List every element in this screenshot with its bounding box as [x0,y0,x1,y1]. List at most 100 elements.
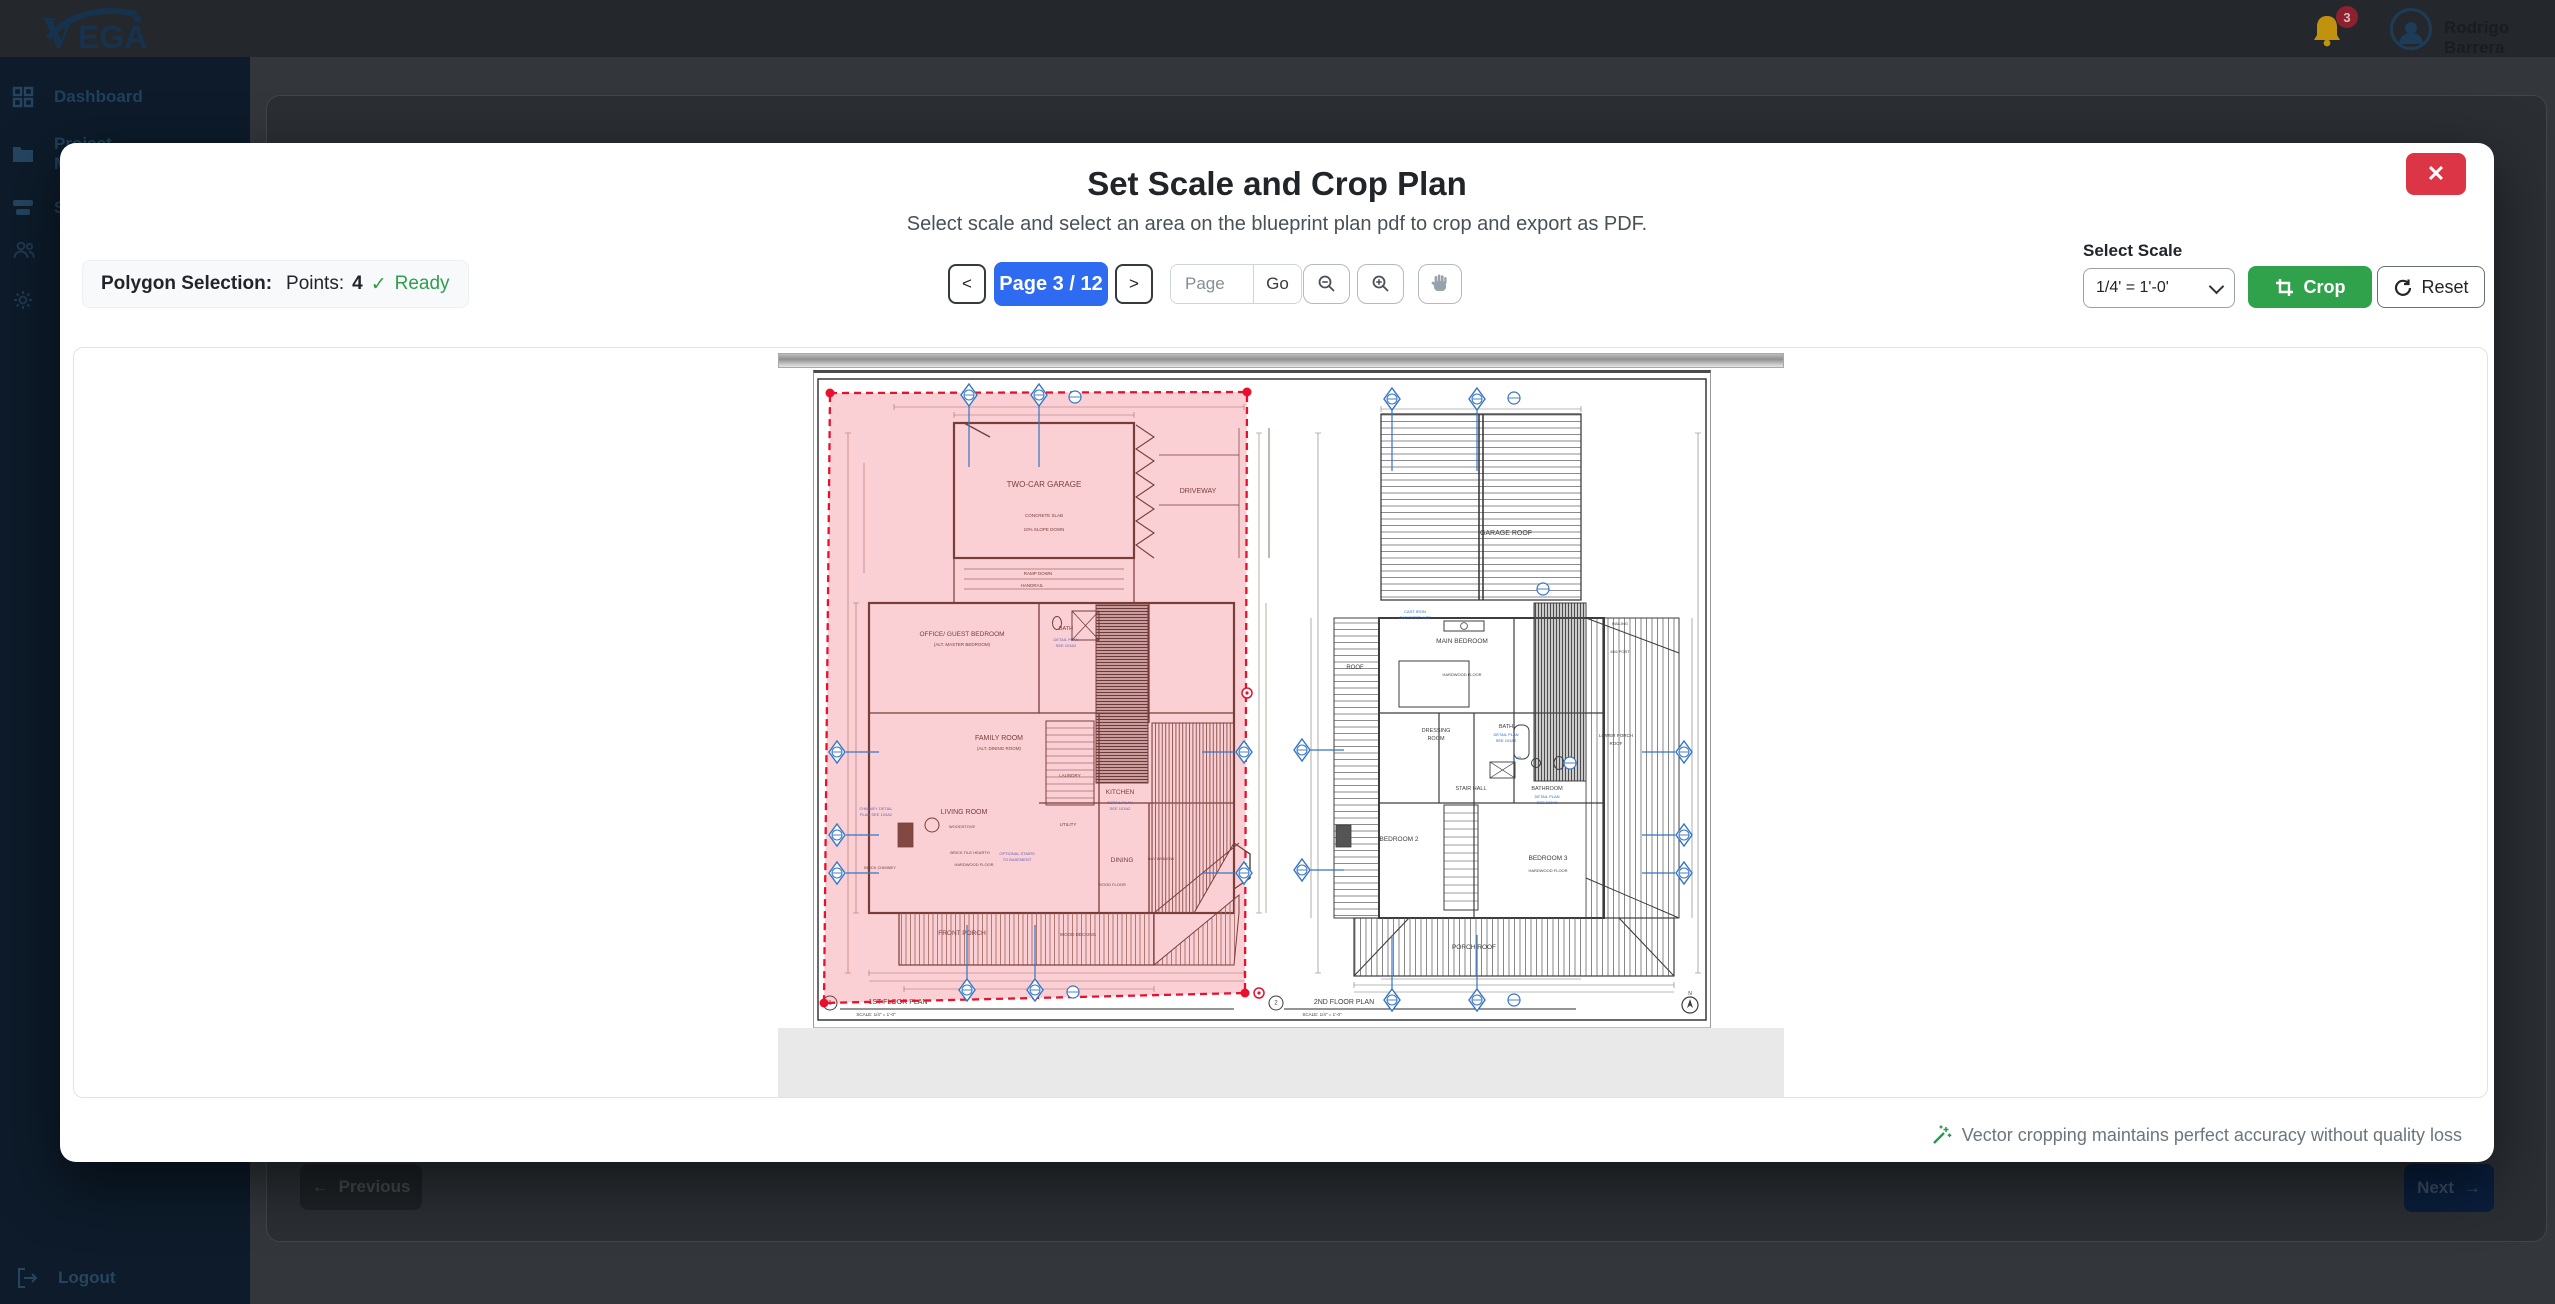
previous-label: Previous [339,1177,411,1197]
scale-value: 1/4' = 1'-0' [2096,279,2169,297]
avatar[interactable] [2390,8,2432,50]
svg-text:DETAIL PLAN: DETAIL PLAN [1534,794,1559,799]
svg-text:DRESSING: DRESSING [1422,728,1451,734]
svg-text:SCALE: 1/4" = 1'-0": SCALE: 1/4" = 1'-0" [1302,1012,1342,1017]
svg-text:DETAIL PLAN: DETAIL PLAN [1493,732,1518,737]
reset-button[interactable]: Reset [2377,266,2485,308]
section-marker-circle [1508,994,1520,1006]
svg-text:BEDROOM 3: BEDROOM 3 [1528,855,1567,862]
zoom-out-icon [1317,274,1337,294]
selection-vertex[interactable] [826,389,835,398]
zoom-out-button[interactable] [1303,264,1350,304]
viewport-background [778,1028,1784,1097]
vector-note: Vector cropping maintains perfect accura… [1930,1124,2462,1146]
polygon-selection-overlay[interactable] [820,388,1265,1008]
set-scale-crop-modal: ✕ Set Scale and Crop Plan Select scale a… [60,143,2494,1162]
svg-text:RAILING: RAILING [1612,621,1628,626]
selection-vertex[interactable] [1241,989,1250,998]
sidebar-item-label: Dashboard [54,87,143,107]
svg-text:CAST IRON: CAST IRON [1404,609,1426,614]
crop-button[interactable]: Crop [2248,266,2372,308]
pdf-viewer[interactable]: TWO-CAR GARAGEDRIVEWAYCONCRETE SLAB10% S… [73,347,2488,1098]
modal-title: Set Scale and Crop Plan [60,165,2494,203]
chevron-down-icon [2209,278,2225,294]
svg-text:V: V [42,7,75,56]
reset-icon [2393,278,2412,297]
svg-text:SCALE: 1/4" = 1'-0": SCALE: 1/4" = 1'-0" [856,1012,896,1017]
logout-icon [16,1267,38,1289]
points-value: 4 [352,273,363,295]
crop-label: Crop [2304,277,2346,298]
logout-label: Logout [58,1268,116,1288]
svg-text:HARDWOOD FLOOR: HARDWOOD FLOOR [1528,868,1567,873]
ready-label: Ready [395,273,450,295]
next-button[interactable]: Next → [2404,1164,2494,1212]
svg-text:BATHROOM: BATHROOM [1531,786,1563,792]
crop-icon [2275,278,2294,297]
svg-text:ROOM: ROOM [1427,736,1445,742]
folder-icon [12,144,34,164]
zoom-in-icon [1371,274,1391,294]
sidebar-item-dashboard[interactable]: Dashboard [0,75,250,119]
selection-vertex[interactable] [820,999,829,1008]
polygon-selection-status: Polygon Selection: Points: 4 ✓ Ready [82,260,469,308]
arrow-right-icon: → [2464,1178,2481,1198]
select-scale-label: Select Scale [2083,241,2182,261]
prev-page-button[interactable]: < [948,264,986,304]
vega-logo: ★ V EGA [34,2,214,56]
next-label: Next [2417,1178,2454,1198]
reset-label: Reset [2421,277,2468,298]
ready-check-icon: ✓ [371,273,387,296]
svg-text:6X6 POST: 6X6 POST [1610,649,1630,654]
arrow-left-icon: ← [312,1177,329,1197]
svg-text:LOWER PORCH: LOWER PORCH [1599,733,1633,738]
users-icon [12,240,36,260]
svg-text:BEDROOM 2: BEDROOM 2 [1379,836,1418,843]
section-marker-circle [1069,391,1081,403]
cards-icon [12,199,34,217]
topbar [0,0,2555,57]
page-indicator: Page 3 / 12 [994,262,1108,306]
svg-text:STAIR HALL: STAIR HALL [1455,786,1486,792]
user-name: Rodrigo Barrera [2444,18,2555,58]
magic-wand-icon [1930,1124,1952,1146]
horizontal-scrollbar[interactable] [778,353,1784,368]
svg-text:2ND FLOOR PLAN: 2ND FLOOR PLAN [1314,999,1374,1006]
svg-text:SEE 103A2: SEE 103A2 [1537,800,1558,805]
svg-text:BATH: BATH [1499,724,1513,730]
section-marker-circle [1564,757,1576,769]
svg-text:GARAGE ROOF: GARAGE ROOF [1480,530,1532,537]
svg-text:N: N [1688,991,1692,997]
pan-hand-button[interactable] [1418,264,1462,304]
svg-text:PORCH ROOF: PORCH ROOF [1452,944,1496,951]
svg-text:ROOF: ROOF [1346,665,1364,671]
selection-vertex[interactable] [1243,388,1252,397]
previous-button[interactable]: ← Previous [300,1164,422,1210]
svg-text:ROOF: ROOF [1610,741,1623,746]
go-button[interactable]: Go [1253,265,1301,303]
page-number-input[interactable] [1171,265,1253,303]
vector-note-text: Vector cropping maintains perfect accura… [1962,1125,2462,1146]
svg-text:EGA: EGA [78,19,147,55]
avatar-bust-icon [2399,33,2423,44]
grid-icon [12,86,34,108]
zoom-in-button[interactable] [1357,264,1404,304]
svg-text:GAS FIREPLACE: GAS FIREPLACE [1399,615,1431,620]
notification-badge: 3 [2336,6,2358,28]
points-label: Points: [286,273,344,295]
svg-text:MAIN BEDROOM: MAIN BEDROOM [1436,638,1488,645]
polygon-status-label: Polygon Selection: [101,273,272,295]
next-page-button[interactable]: > [1115,264,1153,304]
svg-text:HARDWOOD FLOOR: HARDWOOD FLOOR [1442,672,1481,677]
section-marker-circle [1508,392,1520,404]
section-marker-circle [1537,583,1549,595]
logout-button[interactable]: Logout [0,1258,250,1298]
gear-icon [12,289,34,311]
blueprint-page[interactable]: TWO-CAR GARAGEDRIVEWAYCONCRETE SLAB10% S… [813,370,1711,1028]
scale-select[interactable]: 1/4' = 1'-0' [2083,268,2235,308]
page-jump-group: Go [1170,264,1302,304]
svg-text:TUB: TUB [1513,755,1521,760]
hand-icon [1430,273,1450,295]
modal-subtitle: Select scale and select an area on the b… [60,213,2494,236]
svg-text:SEE 103A2: SEE 103A2 [1496,738,1517,743]
